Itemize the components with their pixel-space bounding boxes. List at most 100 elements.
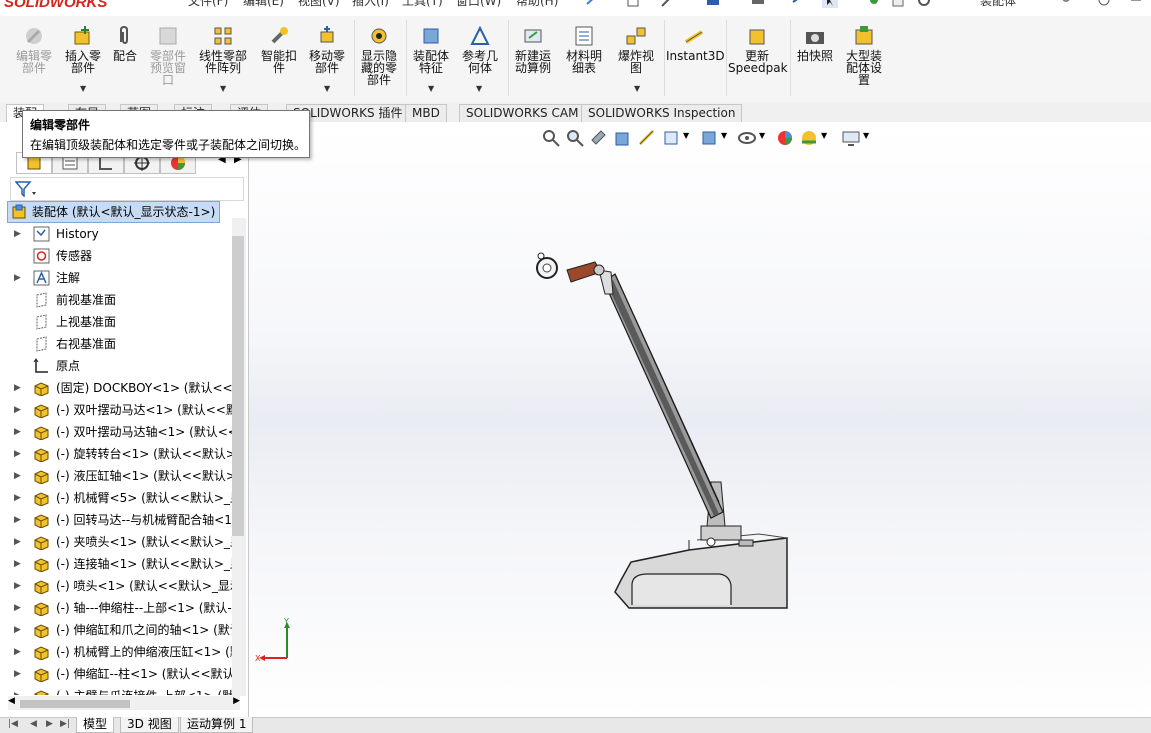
tree-item[interactable]: ▶ (-) 喷头<1> (默认<<默认>_显示 <box>0 575 232 597</box>
tree-item[interactable]: ▶ (-) 机械臂上的伸缩液压缸<1> (默 <box>0 641 232 663</box>
tree-item[interactable]: ▶ (-) 连接轴<1> (默认<<默认>_显 <box>0 553 232 575</box>
filter-icon[interactable] <box>15 181 37 197</box>
expand-arrow-icon[interactable]: ▶ <box>14 421 21 443</box>
assembly-features-button[interactable]: 装配体 特征 <box>408 24 454 74</box>
menu-tools[interactable]: 工具(T) <box>402 0 443 9</box>
tree-item[interactable]: 原点 <box>0 355 232 377</box>
update-speedpak-button[interactable]: 更新 Speedpak <box>728 24 788 74</box>
tree-item[interactable]: ▶ (-) 伸缩缸和爪之间的轴<1> (默认 <box>0 619 232 641</box>
options-gear-icon[interactable] <box>916 0 932 8</box>
undo-icon[interactable] <box>790 0 806 8</box>
expand-arrow-icon[interactable]: ▶ <box>14 443 21 465</box>
tree-filter[interactable] <box>10 177 244 201</box>
spray-nozzle[interactable] <box>536 252 558 279</box>
expand-arrow-icon[interactable]: ▶ <box>14 223 21 245</box>
expand-arrow-icon[interactable]: ▶ <box>14 531 21 553</box>
tree-item[interactable]: ▶ (-) 主臂与爪连接件-上部<1> (默 <box>0 685 232 695</box>
tree-item[interactable]: ▶ 注解 <box>0 267 232 289</box>
expand-arrow-icon[interactable]: ▶ <box>14 465 21 487</box>
tree-item[interactable]: ▶ (-) 机械臂<5> (默认<<默认>_显 <box>0 487 232 509</box>
menu-insert[interactable]: 插入(I) <box>352 0 389 9</box>
tree-item[interactable]: ▶ (-) 双叶摆动马达<1> (默认<<默 <box>0 399 232 421</box>
expand-arrow-icon[interactable]: ▶ <box>14 399 21 421</box>
expand-arrow-icon[interactable]: ▶ <box>14 267 21 289</box>
menu-window[interactable]: 窗口(W) <box>456 0 501 9</box>
instant3d-button[interactable]: Instant3D <box>666 24 725 62</box>
tree-scroll-thumb[interactable] <box>232 236 244 536</box>
tab-solidworks-cam[interactable]: SOLIDWORKS CAM <box>459 104 586 122</box>
smart-fasteners-button[interactable]: 智能扣 件 <box>256 24 302 74</box>
mate-button[interactable]: 配合 <box>108 24 142 62</box>
tab-next-icon[interactable]: ▶ <box>46 719 53 729</box>
insert-component-dropdown-icon[interactable]: ▼ <box>80 84 86 93</box>
tree-hscroll-thumb[interactable] <box>20 700 130 708</box>
linear-pattern-dropdown-icon[interactable]: ▼ <box>220 84 226 93</box>
expand-arrow-icon[interactable]: ▶ <box>14 487 21 509</box>
expand-arrow-icon[interactable]: ▶ <box>14 575 21 597</box>
assembly-features-dropdown-icon[interactable]: ▼ <box>428 84 434 93</box>
large-assembly-settings-button[interactable]: 大型装 配体设 置 <box>840 24 888 86</box>
move-component-dropdown-icon[interactable]: ▼ <box>324 84 330 93</box>
exploded-view-dropdown-icon[interactable]: ▼ <box>634 84 640 93</box>
file-properties-icon[interactable] <box>890 0 906 8</box>
graphics-area[interactable]: ▼ ▼ ▼ ▼ ▼ Y X <box>249 122 1151 717</box>
menu-help[interactable]: 帮助(H) <box>516 0 558 9</box>
tab-first-icon[interactable]: |◀ <box>8 719 18 729</box>
menu-edit[interactable]: 编辑(E) <box>243 0 284 9</box>
assembly-3d-model[interactable] <box>249 122 1151 717</box>
insert-component-button[interactable]: 插入零 部件 <box>58 24 108 74</box>
tree-item[interactable]: 前视基准面 <box>0 289 232 311</box>
expand-arrow-icon[interactable]: ▶ <box>14 553 21 575</box>
tree-item[interactable]: 右视基准面 <box>0 333 232 355</box>
scroll-right-arrow-icon[interactable]: ▶ <box>233 696 240 706</box>
machine-base[interactable] <box>614 533 788 609</box>
linear-pattern-button[interactable]: 线性零部 件阵列 <box>194 24 252 74</box>
tree-item[interactable]: ▶ History <box>0 223 232 245</box>
tree-item[interactable]: ▶ (-) 回转马达--与机械臂配合轴<1 <box>0 509 232 531</box>
tree-item[interactable]: 传感器 <box>0 245 232 267</box>
scroll-left-arrow-icon[interactable]: ◀ <box>8 696 15 706</box>
component-preview-button[interactable]: 零部件 预览窗 口 <box>144 24 192 86</box>
tree-item[interactable]: ▶ (-) 夹喷头<1> (默认<<默认>_显 <box>0 531 232 553</box>
user-account-icon[interactable] <box>1058 0 1074 8</box>
pin-icon[interactable] <box>584 0 600 8</box>
arm-gripper-joint[interactable] <box>566 261 605 283</box>
bill-of-materials-button[interactable]: 材料明 细表 <box>560 24 608 74</box>
expand-arrow-icon[interactable]: ▶ <box>14 597 21 619</box>
print-icon[interactable] <box>750 0 766 8</box>
select-pointer-icon[interactable] <box>822 0 838 8</box>
menu-view[interactable]: 视图(V) <box>298 0 340 9</box>
tree-item[interactable]: ▶ (-) 轴---伸缩柱--上部<1> (默认- <box>0 597 232 619</box>
save-icon[interactable] <box>705 0 721 8</box>
new-document-icon[interactable] <box>625 0 641 8</box>
menu-file[interactable]: 文件(F) <box>188 0 228 9</box>
expand-arrow-icon[interactable]: ▶ <box>14 685 21 695</box>
help-icon[interactable] <box>1096 0 1112 8</box>
exploded-view-button[interactable]: 爆炸视 图 <box>612 24 660 74</box>
open-document-icon[interactable] <box>660 0 676 8</box>
expand-arrow-icon[interactable]: ▶ <box>14 619 21 641</box>
expand-arrow-icon[interactable]: ▶ <box>14 509 21 531</box>
take-snapshot-button[interactable]: 拍快照 <box>792 24 838 62</box>
tree-item[interactable]: ▶ (固定) DOCKBOY<1> (默认<<默 <box>0 377 232 399</box>
solidworks-logo[interactable]: SOLIDWORKS <box>4 0 107 11</box>
rebuild-icon[interactable] <box>866 0 882 8</box>
expand-arrow-icon[interactable]: ▶ <box>14 641 21 663</box>
tab-3d-view[interactable]: 3D 视图 <box>120 717 179 733</box>
expand-arrow-icon[interactable]: ▶ <box>14 663 21 685</box>
tab-prev-icon[interactable]: ◀ <box>30 719 37 729</box>
expand-arrow-icon[interactable]: ▶ <box>14 377 21 399</box>
tab-last-icon[interactable]: ▶| <box>60 719 70 729</box>
reference-geometry-dropdown-icon[interactable]: ▼ <box>476 84 482 93</box>
new-motion-study-button[interactable]: 新建运 动算例 <box>510 24 556 74</box>
show-hidden-components-button[interactable]: 显示隐 藏的零 部件 <box>356 24 402 86</box>
move-component-button[interactable]: 移动零 部件 <box>304 24 350 74</box>
tab-model[interactable]: 模型 <box>76 717 115 733</box>
tab-mbd[interactable]: MBD <box>405 104 447 122</box>
tree-item[interactable]: 上视基准面 <box>0 311 232 333</box>
tab-solidworks-inspection[interactable]: SOLIDWORKS Inspection <box>581 104 743 122</box>
edit-component-button[interactable]: 编辑零 部件 <box>8 24 60 74</box>
minimize-icon[interactable] <box>1128 0 1144 8</box>
tree-root-assembly[interactable]: 装配体 (默认<默认_显示状态-1>) <box>7 201 221 223</box>
telescopic-arm[interactable] <box>598 269 724 519</box>
